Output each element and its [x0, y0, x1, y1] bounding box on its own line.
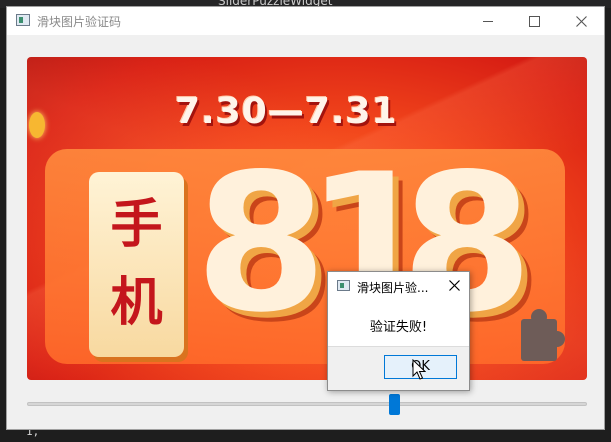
message-box-titlebar[interactable]: 滑块图片验...	[328, 272, 469, 300]
puzzle-background-image: 7.30—7.31 手 机 8 1 8	[27, 57, 587, 380]
minimize-icon	[483, 20, 493, 22]
ide-bottom-strip	[6, 430, 611, 442]
close-icon	[448, 280, 460, 291]
app-window-icon	[16, 14, 30, 26]
gold-decoration	[29, 112, 45, 138]
captcha-window: 滑块图片验证码 7.30—7.31 手 机 8 1 8	[6, 6, 605, 430]
maximize-button[interactable]	[511, 7, 557, 35]
app-window-icon	[337, 280, 350, 291]
close-icon	[575, 15, 587, 27]
banner-label-panel: 手 机	[89, 172, 184, 357]
mouse-cursor-icon	[412, 359, 426, 380]
banner-char-1: 手	[110, 194, 163, 255]
message-box-body: 验证失败!	[328, 300, 469, 346]
message-text: 验证失败!	[369, 320, 428, 335]
captcha-slider-track[interactable]	[27, 402, 587, 406]
minimize-button[interactable]	[465, 7, 511, 35]
window-title: 滑块图片验证码	[37, 15, 122, 29]
banner-char-2: 机	[110, 272, 163, 333]
message-box: 滑块图片验... 验证失败! OK	[327, 271, 470, 391]
window-titlebar[interactable]: 滑块图片验证码	[7, 7, 604, 35]
message-box-divider	[328, 346, 469, 347]
message-box-title: 滑块图片验...	[357, 281, 429, 295]
banner-date: 7.30—7.31	[175, 91, 398, 132]
message-box-close-button[interactable]	[444, 276, 464, 296]
puzzle-knob-right	[549, 331, 565, 347]
maximize-icon	[528, 15, 540, 27]
puzzle-piece-slot	[521, 309, 565, 361]
captcha-slider-handle[interactable]	[389, 394, 400, 415]
close-button[interactable]	[558, 7, 604, 35]
